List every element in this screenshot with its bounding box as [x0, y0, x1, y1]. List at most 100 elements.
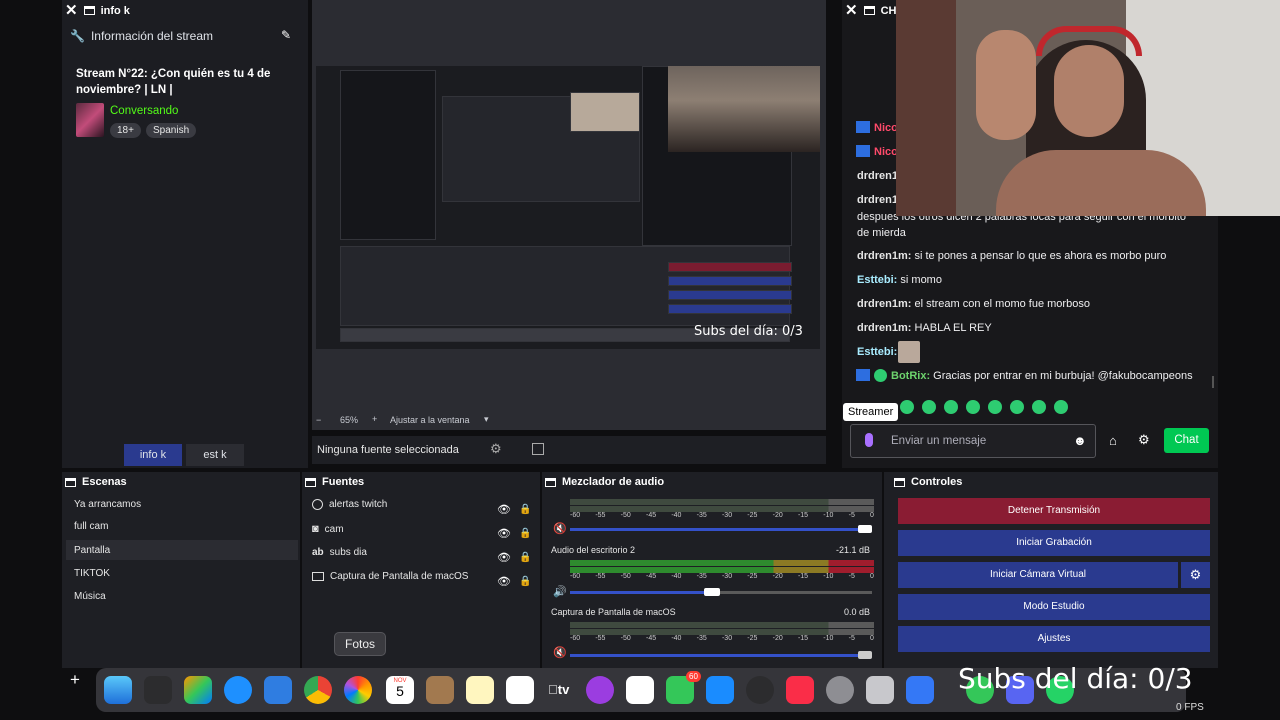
finder-icon[interactable]	[104, 676, 132, 704]
chevron-down-icon[interactable]: ▾	[484, 414, 489, 425]
muted-speaker-icon[interactable]: 🔇	[553, 522, 567, 535]
source-row[interactable]: ab subs dia	[312, 547, 367, 558]
safari-icon[interactable]	[224, 676, 252, 704]
zoom-fit-label[interactable]: Ajustar a la ventana	[390, 415, 470, 425]
volume-slider[interactable]	[570, 528, 872, 531]
obs-icon[interactable]	[746, 676, 774, 704]
start-recording-button[interactable]: Iniciar Grabación	[898, 530, 1210, 556]
chat-username[interactable]: BotRix:	[891, 370, 930, 382]
scene-item-selected[interactable]: Pantalla	[74, 545, 110, 556]
emote-icon[interactable]	[944, 400, 958, 414]
volume-handle[interactable]	[704, 588, 720, 596]
studio-mode-button[interactable]: Modo Estudio	[898, 594, 1210, 620]
source-row[interactable]: alertas twitch	[312, 499, 387, 510]
emoji-icon[interactable]: ☻	[1073, 433, 1087, 448]
emote-icon[interactable]	[1032, 400, 1046, 414]
tab-est-k[interactable]: est k	[186, 444, 244, 466]
chat-username[interactable]: drdren1i	[857, 170, 901, 182]
speaker-icon[interactable]: 🔊	[553, 585, 567, 598]
chat-input[interactable]: Enviar un mensaje ☻	[850, 424, 1096, 458]
window-icon[interactable]	[83, 6, 95, 15]
lock-icon[interactable]: 🔒	[519, 570, 531, 594]
chat-scrollbar[interactable]	[1212, 376, 1214, 388]
emote-icon[interactable]	[966, 400, 980, 414]
source-row[interactable]: ◙ cam	[312, 523, 344, 535]
emote-icon[interactable]	[900, 400, 914, 414]
notes-icon[interactable]	[466, 676, 494, 704]
start-virtual-camera-button[interactable]: Iniciar Cámara Virtual	[898, 562, 1178, 588]
volume-handle[interactable]	[858, 525, 872, 533]
emote-icon[interactable]	[1054, 400, 1068, 414]
close-icon[interactable]: ✕	[65, 3, 78, 18]
edit-icon[interactable]: ✎	[281, 28, 291, 42]
eye-icon[interactable]: 👁	[497, 522, 511, 546]
emote-icon[interactable]	[988, 400, 1002, 414]
volume-slider-track[interactable]	[712, 591, 872, 594]
tab-info-k[interactable]: info k	[124, 444, 182, 466]
window-icon[interactable]	[65, 477, 76, 487]
chat-send-button[interactable]: Chat	[1164, 428, 1209, 453]
zoom-in-button[interactable]: +	[372, 414, 377, 424]
emote-icon[interactable]	[922, 400, 936, 414]
apple-tv-icon[interactable]: tv	[548, 682, 569, 697]
chrome-icon[interactable]	[304, 676, 332, 704]
chat-username[interactable]: Esttebi:	[857, 274, 897, 286]
lock-icon[interactable]: 🔒	[519, 498, 531, 522]
eye-icon[interactable]: 👁	[497, 546, 511, 570]
chat-username[interactable]: drdren1m:	[857, 298, 911, 310]
close-icon[interactable]: ✕	[845, 3, 858, 18]
chat-username[interactable]: drdren1m:	[857, 322, 911, 334]
store-icon[interactable]: ⌂	[1109, 433, 1117, 448]
scene-item[interactable]: Música	[74, 591, 106, 602]
app-store-icon[interactable]	[706, 676, 734, 704]
filter-icon[interactable]	[532, 443, 544, 455]
mail-icon[interactable]	[264, 676, 292, 704]
chat-username[interactable]: Esttebi:	[857, 346, 897, 358]
preview-app-icon[interactable]	[866, 676, 894, 704]
microphone-icon[interactable]	[865, 433, 873, 447]
window-icon[interactable]	[894, 477, 905, 487]
calendar-icon[interactable]: NOV 5	[386, 676, 414, 704]
window-icon[interactable]	[545, 477, 556, 487]
launchpad-icon[interactable]	[184, 676, 212, 704]
emote-icon[interactable]	[1010, 400, 1024, 414]
chat-username[interactable]: drdren1i	[857, 194, 901, 206]
scene-item[interactable]: TIKTOK	[74, 568, 110, 579]
category-name[interactable]: Conversando	[110, 105, 178, 117]
lock-icon[interactable]: 🔒	[519, 546, 531, 570]
chat-username[interactable]: Nico	[874, 122, 898, 134]
gear-icon[interactable]: ⚙	[490, 441, 502, 457]
reminders-icon[interactable]	[626, 676, 654, 704]
podcasts-icon[interactable]	[586, 676, 614, 704]
stop-streaming-button[interactable]: Detener Transmisión	[898, 498, 1210, 524]
chat-username[interactable]: Nico	[874, 146, 898, 158]
scene-item[interactable]: Ya arrancamos	[74, 499, 141, 510]
volume-slider[interactable]	[570, 654, 872, 657]
calculator-icon[interactable]	[144, 676, 172, 704]
window-icon[interactable]	[305, 477, 316, 487]
virtual-camera-settings-icon[interactable]: ⚙	[1181, 562, 1210, 588]
chat-username[interactable]: drdren1m:	[857, 250, 911, 262]
eye-icon[interactable]: 👁	[497, 570, 511, 594]
add-scene-button[interactable]: +	[70, 670, 80, 690]
meter-ticks: -60 -55 -50 -45 -40 -35 -30 -25 -20 -15 -10 -5 0	[570, 573, 874, 580]
settings-icon[interactable]: ⚙	[1138, 432, 1150, 448]
roblox-icon[interactable]	[906, 676, 934, 704]
photos-icon[interactable]	[344, 676, 372, 704]
zoom-out-button[interactable]: −	[316, 415, 321, 425]
volume-slider[interactable]	[570, 591, 712, 594]
volume-handle[interactable]	[858, 651, 872, 659]
scene-item[interactable]: full cam	[74, 521, 108, 532]
contacts-icon[interactable]	[426, 676, 454, 704]
muted-speaker-icon[interactable]: 🔇	[553, 646, 567, 659]
system-settings-icon[interactable]	[826, 676, 854, 704]
section-header: 🔧 Información del stream	[70, 29, 213, 43]
window-icon[interactable]	[863, 6, 875, 15]
music-icon[interactable]	[786, 676, 814, 704]
eye-icon[interactable]: 👁	[497, 498, 511, 522]
settings-button[interactable]: Ajustes	[898, 626, 1210, 652]
preview-canvas[interactable]: Subs del día: 0/3	[316, 66, 820, 349]
freeform-icon[interactable]	[506, 676, 534, 704]
source-row[interactable]: Captura de Pantalla de macOS	[312, 571, 468, 582]
lock-icon[interactable]: 🔒	[519, 522, 531, 546]
